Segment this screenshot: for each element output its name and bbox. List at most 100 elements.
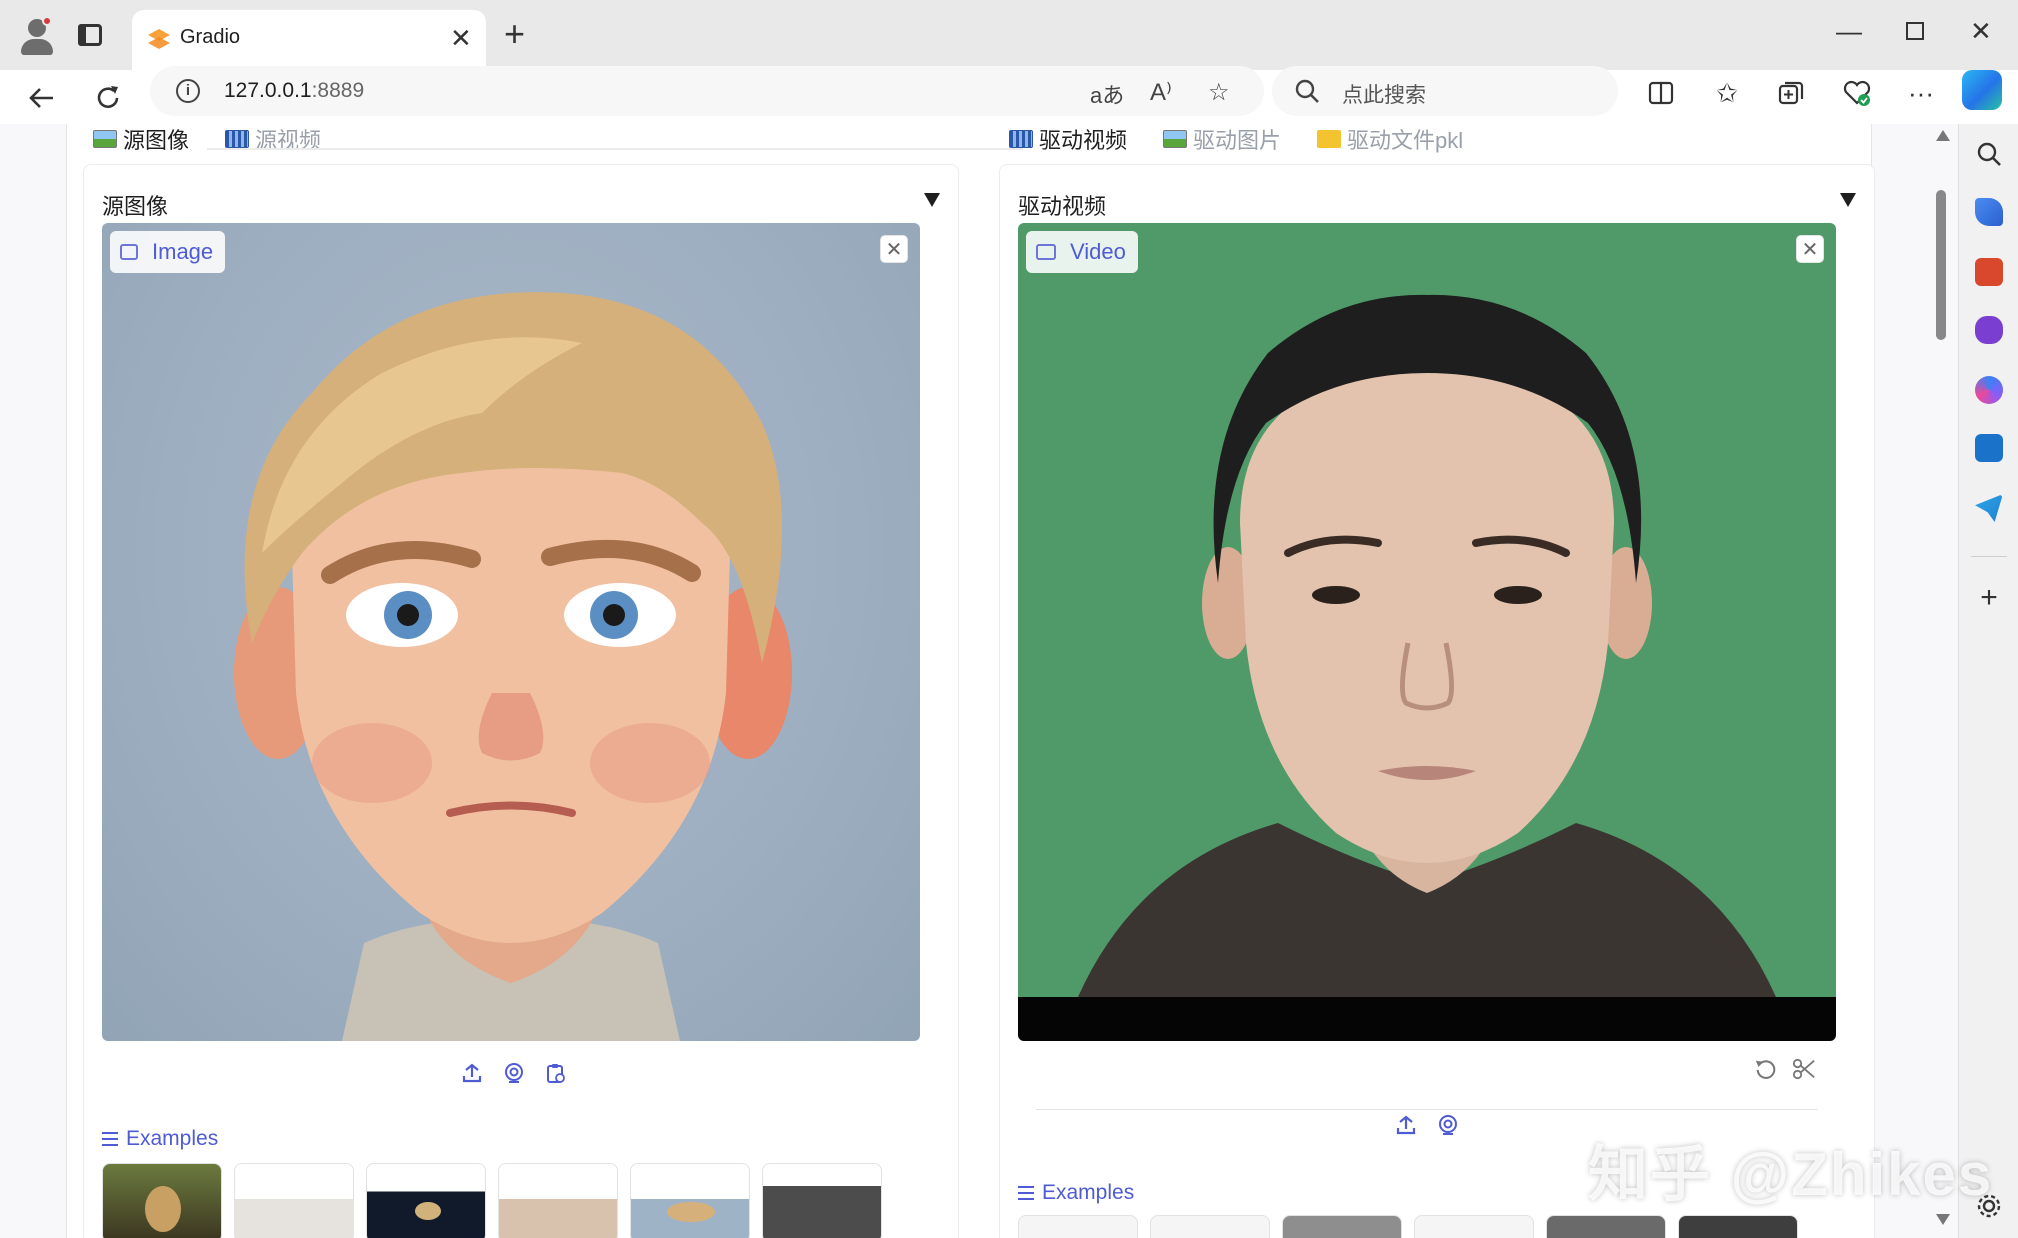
- drop-send-icon[interactable]: [1975, 494, 2003, 522]
- add-sidebar-app-icon[interactable]: +: [1975, 583, 2003, 613]
- outlook-icon[interactable]: [1975, 434, 2003, 462]
- gradio-app: 源图像 源视频 驱动视频 驱动图片 驱动文件pkl 源图像 Image ✕ Ex…: [66, 124, 1875, 1238]
- source-image-header[interactable]: 源图像: [102, 189, 940, 219]
- more-options-icon[interactable]: ···: [1904, 76, 1938, 110]
- driving-video-panel: 驱动视频 Video ✕ Examples: [999, 164, 1875, 1238]
- gradio-logo-icon: [148, 29, 170, 49]
- example-thumb[interactable]: [1414, 1215, 1534, 1238]
- picture-icon: [93, 130, 117, 148]
- copilot-icon[interactable]: [1962, 70, 2002, 110]
- film-icon: [225, 130, 250, 148]
- split-screen-icon[interactable]: [1644, 76, 1678, 110]
- address-bar[interactable]: i 127.0.0.1:8889 aあ A⁾ ☆: [150, 66, 1264, 116]
- refresh-icon[interactable]: [88, 78, 128, 118]
- maximize-icon[interactable]: [1904, 16, 1926, 50]
- upload-icon[interactable]: [460, 1061, 484, 1085]
- translate-icon[interactable]: aあ: [1090, 78, 1124, 110]
- search-placeholder: 点此搜索: [1342, 84, 1426, 107]
- video-letterbox-bar: [1018, 997, 1836, 1041]
- read-aloud-icon[interactable]: A⁾: [1150, 78, 1172, 107]
- shopping-tag-icon[interactable]: [1975, 198, 2003, 226]
- divider: [1036, 1109, 1818, 1110]
- trim-scissors-icon[interactable]: [1792, 1057, 1816, 1081]
- clipboard-icon[interactable]: [544, 1061, 568, 1085]
- collections-icon[interactable]: [1774, 76, 1808, 110]
- sidebar-search-icon[interactable]: [1975, 140, 2003, 168]
- video-badge: Video: [1026, 231, 1138, 273]
- source-examples: [102, 1163, 882, 1238]
- video-camera-icon: [1036, 244, 1056, 260]
- example-thumb[interactable]: [234, 1163, 354, 1238]
- panel-label: 源图像: [102, 194, 169, 219]
- page-content: 源图像 源视频 驱动视频 驱动图片 驱动文件pkl 源图像 Image ✕ Ex…: [0, 124, 1958, 1238]
- source-image-panel: 源图像 Image ✕ Examples: [83, 164, 959, 1238]
- tab-driving-image[interactable]: 驱动图片: [1163, 124, 1281, 154]
- scroll-down-icon[interactable]: [1936, 1214, 1950, 1225]
- profile-icon[interactable]: [18, 16, 58, 56]
- example-thumb[interactable]: [762, 1163, 882, 1238]
- example-thumb[interactable]: [1282, 1215, 1402, 1238]
- driving-examples: [1018, 1215, 1798, 1238]
- reset-icon[interactable]: [1754, 1057, 1778, 1081]
- webcam-icon[interactable]: [502, 1061, 526, 1085]
- browser-essentials-icon[interactable]: [1840, 76, 1874, 110]
- tab-divider: [207, 148, 1023, 150]
- upload-icon[interactable]: [1394, 1113, 1418, 1137]
- video-frame-person: [1078, 294, 1776, 997]
- tab-driving-pkl[interactable]: 驱动文件pkl: [1317, 124, 1463, 154]
- clear-video-icon[interactable]: ✕: [1796, 235, 1824, 263]
- video-source-actions: [1394, 1113, 1460, 1137]
- page-scrollbar[interactable]: [1928, 124, 1956, 1238]
- back-icon[interactable]: [22, 78, 62, 118]
- close-window-icon[interactable]: ✕: [1970, 14, 1992, 48]
- image-icon: [120, 244, 138, 260]
- sidebar-separator: [1971, 556, 2007, 557]
- watermark: 知乎 @Zhikes: [1588, 1141, 1994, 1208]
- example-thumb[interactable]: [1150, 1215, 1270, 1238]
- favorites-list-icon[interactable]: ✩: [1710, 76, 1744, 110]
- close-tab-icon[interactable]: ✕: [450, 24, 472, 52]
- driving-video-header[interactable]: 驱动视频: [1018, 189, 1856, 219]
- list-icon: [1018, 1186, 1034, 1200]
- scroll-thumb[interactable]: [1936, 190, 1946, 340]
- minimize-icon[interactable]: —: [1836, 14, 1862, 48]
- image-source-actions: [460, 1061, 568, 1085]
- collapse-triangle-icon[interactable]: [924, 193, 940, 207]
- edge-sidebar: +: [1958, 124, 2018, 1238]
- film-icon: [1009, 130, 1033, 148]
- microsoft365-icon[interactable]: [1975, 376, 2003, 404]
- folder-icon: [1317, 130, 1342, 148]
- tab-source-image[interactable]: 源图像: [93, 124, 189, 154]
- tab-title: Gradio: [180, 26, 241, 48]
- scroll-up-icon[interactable]: [1936, 130, 1950, 141]
- clear-image-icon[interactable]: ✕: [880, 235, 908, 263]
- example-thumb[interactable]: [366, 1163, 486, 1238]
- driving-video-player[interactable]: Video ✕: [1018, 223, 1836, 1041]
- url-text[interactable]: 127.0.0.1:8889: [224, 79, 364, 103]
- browser-tab-gradio[interactable]: Gradio ✕: [132, 10, 486, 70]
- tab-actions-icon[interactable]: [74, 20, 106, 50]
- title-bar: Gradio ✕ + — ✕: [0, 0, 2018, 70]
- site-info-icon[interactable]: i: [176, 79, 200, 103]
- example-thumb[interactable]: [630, 1163, 750, 1238]
- example-thumb[interactable]: [1546, 1215, 1666, 1238]
- picture-icon: [1163, 130, 1188, 148]
- example-thumb[interactable]: [498, 1163, 618, 1238]
- search-box[interactable]: 点此搜索: [1272, 66, 1618, 116]
- example-thumb[interactable]: [1678, 1215, 1798, 1238]
- new-tab-icon[interactable]: +: [504, 14, 525, 54]
- example-thumb[interactable]: [102, 1163, 222, 1238]
- examples-label: Examples: [102, 1127, 218, 1151]
- favorite-star-icon[interactable]: ☆: [1208, 78, 1230, 107]
- games-icon[interactable]: [1975, 316, 2003, 344]
- panel-label: 驱动视频: [1018, 194, 1107, 219]
- example-thumb[interactable]: [1018, 1215, 1138, 1238]
- webcam-icon[interactable]: [1436, 1113, 1460, 1137]
- tools-icon[interactable]: [1975, 258, 2003, 286]
- driving-tabs: 驱动视频 驱动图片 驱动文件pkl: [1009, 124, 1499, 154]
- source-image-viewer[interactable]: Image ✕: [102, 223, 920, 1041]
- collapse-triangle-icon[interactable]: [1840, 193, 1856, 207]
- tab-driving-video[interactable]: 驱动视频: [1009, 124, 1127, 154]
- list-icon: [102, 1132, 118, 1146]
- search-icon: [1295, 79, 1319, 103]
